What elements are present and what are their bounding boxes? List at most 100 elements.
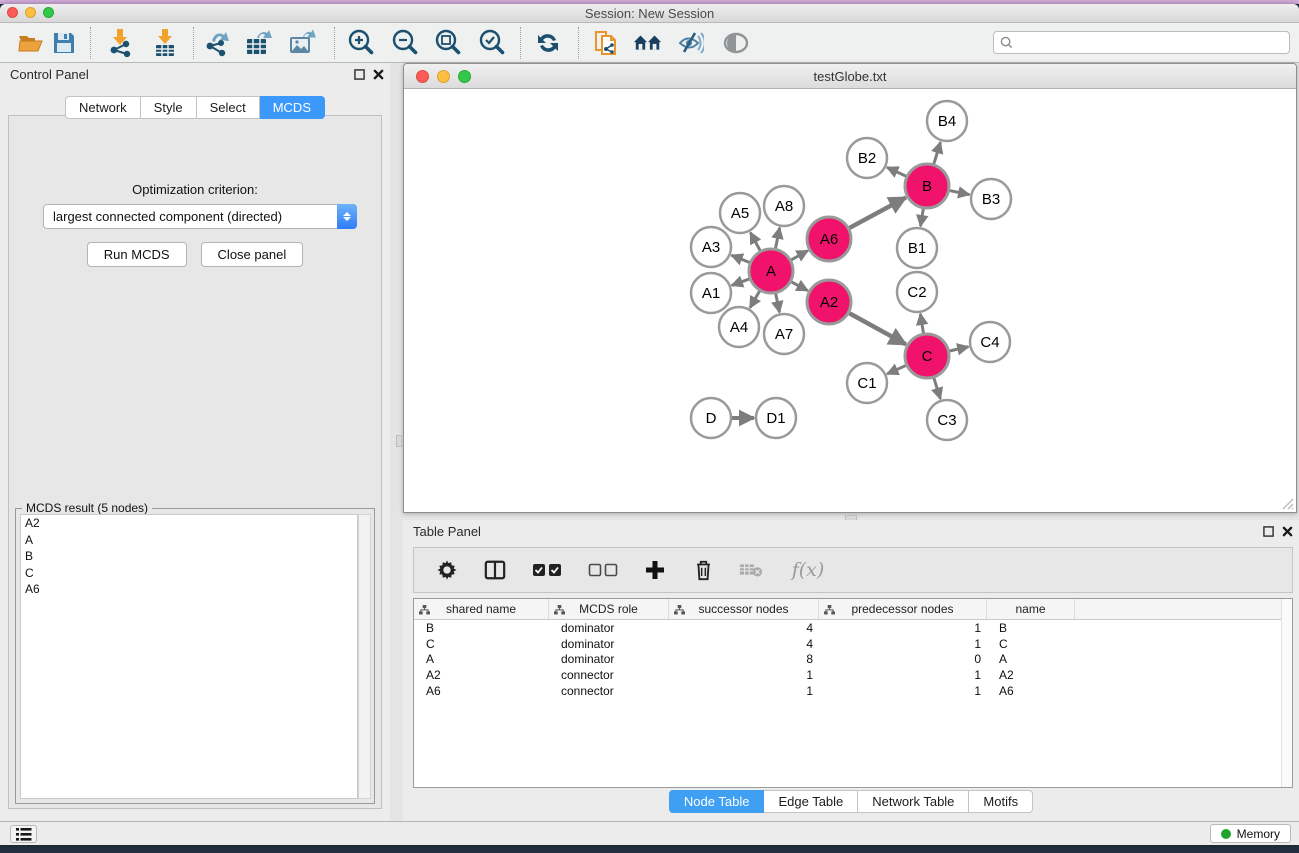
- network-canvas[interactable]: B4 B2 B B3 A8A5 A6 A3 B1 A A1 C2 A2 A4A7 C4 C C1 D D1 C3: [405, 89, 1295, 512]
- graph-node-D1[interactable]: D1: [756, 398, 796, 438]
- delete-column-trash-icon[interactable]: [690, 557, 716, 583]
- main-toolbar: [0, 23, 1299, 63]
- result-item[interactable]: C: [21, 565, 357, 582]
- tab-style[interactable]: Style: [141, 96, 197, 119]
- close-table-panel-icon[interactable]: [1282, 526, 1293, 537]
- run-mcds-button[interactable]: Run MCDS: [87, 242, 187, 267]
- window-titlebar[interactable]: Session: New Session: [0, 4, 1299, 23]
- hide-panels-icon[interactable]: [675, 28, 705, 58]
- graph-node-A1[interactable]: A1: [691, 273, 731, 313]
- result-item[interactable]: B: [21, 548, 357, 565]
- mcds-result-list[interactable]: A2ABCA6: [20, 514, 358, 799]
- search-input[interactable]: [1017, 36, 1289, 50]
- import-table-icon[interactable]: [150, 28, 180, 58]
- graph-node-B3[interactable]: B3: [971, 179, 1011, 219]
- graph-node-A4[interactable]: A4: [719, 307, 759, 347]
- graph-node-A6[interactable]: A6: [807, 217, 851, 261]
- graph-node-A3[interactable]: A3: [691, 227, 731, 267]
- table-row[interactable]: A6connector11A6: [414, 683, 1292, 699]
- column-settings-gear-icon[interactable]: [434, 557, 460, 583]
- select-all-checkboxes-icon[interactable]: [530, 557, 564, 583]
- float-table-panel-icon[interactable]: [1263, 526, 1274, 537]
- result-item[interactable]: A: [21, 532, 357, 549]
- tab-motifs[interactable]: Motifs: [969, 790, 1033, 813]
- add-column-icon[interactable]: [642, 557, 668, 583]
- graph-edge-B-B3: [950, 191, 970, 195]
- graph-node-B4[interactable]: B4: [927, 101, 967, 141]
- table-row[interactable]: Adominator80A: [414, 651, 1292, 667]
- column-header-MCDS-role[interactable]: MCDS role: [549, 599, 669, 619]
- table-row[interactable]: Cdominator41C: [414, 636, 1292, 652]
- zoom-selected-icon[interactable]: [477, 28, 507, 58]
- tab-mcds[interactable]: MCDS: [260, 96, 325, 119]
- graph-node-D[interactable]: D: [691, 398, 731, 438]
- task-history-button[interactable]: [10, 825, 37, 843]
- zoom-fit-icon[interactable]: [433, 28, 463, 58]
- network-window-titlebar[interactable]: testGlobe.txt: [404, 64, 1296, 89]
- table-cell: 8: [669, 652, 819, 666]
- tab-node-table[interactable]: Node Table: [669, 790, 765, 813]
- resize-grip-icon[interactable]: [1280, 496, 1294, 510]
- table-panel-title: Table Panel: [413, 524, 481, 539]
- result-item[interactable]: A6: [21, 581, 357, 598]
- column-header-predecessor-nodes[interactable]: predecessor nodes: [819, 599, 987, 619]
- column-header-name[interactable]: name: [987, 599, 1075, 619]
- column-header-successor-nodes[interactable]: successor nodes: [669, 599, 819, 619]
- show-panels-eye-icon[interactable]: [721, 28, 751, 58]
- column-header-shared-name[interactable]: shared name: [414, 599, 549, 619]
- float-panel-icon[interactable]: [354, 69, 365, 80]
- close-panel-icon[interactable]: [373, 69, 384, 80]
- table-cell: A6: [987, 684, 1075, 698]
- deselect-all-checkboxes-icon[interactable]: [586, 557, 620, 583]
- graph-node-A8[interactable]: A8: [764, 186, 804, 226]
- optimization-criterion-select[interactable]: largest connected component (directed): [43, 204, 357, 229]
- tab-select[interactable]: Select: [197, 96, 260, 119]
- vertical-splitter-handle[interactable]: [396, 435, 402, 447]
- memory-button[interactable]: Memory: [1210, 824, 1291, 843]
- graph-node-C2[interactable]: C2: [897, 272, 937, 312]
- table-row[interactable]: A2connector11A2: [414, 667, 1292, 683]
- graph-node-B[interactable]: B: [905, 164, 949, 208]
- toolbar-separator: [334, 27, 335, 59]
- home-layout-icon[interactable]: [633, 28, 663, 58]
- graph-edge-C-C4: [949, 347, 968, 351]
- graph-node-C[interactable]: C: [905, 334, 949, 378]
- search-box[interactable]: [993, 31, 1290, 54]
- column-type-icon: [419, 604, 430, 618]
- save-session-icon[interactable]: [49, 28, 79, 58]
- graph-node-A2[interactable]: A2: [807, 280, 851, 324]
- node-table[interactable]: shared nameMCDS rolesuccessor nodesprede…: [413, 598, 1293, 788]
- tab-network-table[interactable]: Network Table: [858, 790, 969, 813]
- zoom-in-icon[interactable]: [346, 28, 376, 58]
- export-table-icon[interactable]: [245, 28, 275, 58]
- close-panel-button[interactable]: Close panel: [201, 242, 304, 267]
- graph-node-C1[interactable]: C1: [847, 363, 887, 403]
- graph-node-C3[interactable]: C3: [927, 400, 967, 440]
- split-table-icon[interactable]: [482, 557, 508, 583]
- result-scrollbar[interactable]: [358, 514, 371, 799]
- export-image-icon[interactable]: [288, 28, 318, 58]
- delete-table-icon[interactable]: [738, 557, 764, 583]
- zoom-out-icon[interactable]: [390, 28, 420, 58]
- result-item[interactable]: A2: [21, 515, 357, 532]
- table-row[interactable]: Bdominator41B: [414, 620, 1292, 636]
- table-scrollbar[interactable]: [1281, 599, 1292, 787]
- graph-node-C4[interactable]: C4: [970, 322, 1010, 362]
- open-session-icon[interactable]: [16, 28, 46, 58]
- table-cell: dominator: [549, 652, 669, 666]
- table-panel: Table Panel: [403, 520, 1299, 821]
- function-builder-icon[interactable]: f(x): [786, 557, 830, 583]
- table-cell: connector: [549, 684, 669, 698]
- tab-edge-table[interactable]: Edge Table: [764, 790, 858, 813]
- graph-node-A5[interactable]: A5: [720, 193, 760, 233]
- clone-network-icon[interactable]: [592, 28, 622, 58]
- tab-network[interactable]: Network: [65, 96, 141, 119]
- import-network-icon[interactable]: [105, 28, 135, 58]
- refresh-icon[interactable]: [533, 28, 563, 58]
- svg-text:D1: D1: [766, 410, 785, 427]
- graph-node-A[interactable]: A: [749, 249, 793, 293]
- graph-node-B1[interactable]: B1: [897, 228, 937, 268]
- graph-node-B2[interactable]: B2: [847, 138, 887, 178]
- export-network-icon[interactable]: [203, 28, 233, 58]
- graph-node-A7[interactable]: A7: [764, 314, 804, 354]
